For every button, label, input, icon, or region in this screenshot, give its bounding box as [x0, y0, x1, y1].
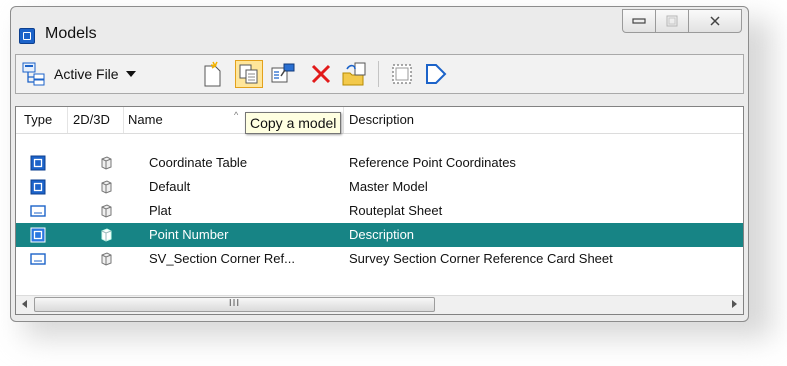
column-divider[interactable]: [343, 107, 344, 133]
column-divider[interactable]: [67, 107, 68, 133]
horizontal-scrollbar[interactable]: III: [16, 295, 743, 314]
models-toolbar: Active File: [15, 54, 744, 94]
models-app-icon: [19, 28, 35, 44]
row-name: Default: [149, 179, 191, 194]
column-divider[interactable]: [123, 107, 124, 133]
copy-model-button[interactable]: [235, 60, 263, 88]
row-name: Plat: [149, 203, 172, 218]
maximize-icon: [666, 15, 678, 27]
row-description: Routeplat Sheet: [349, 203, 443, 218]
active-file-label: Active File: [54, 66, 119, 82]
select-all-icon: [392, 64, 412, 84]
active-file-dropdown[interactable]: Active File: [22, 60, 136, 88]
list-row[interactable]: SV_Section Corner Ref... Survey Section …: [16, 247, 743, 271]
maximize-button[interactable]: [655, 9, 689, 33]
row-name: Point Number: [149, 227, 229, 242]
3d-cube-icon: [101, 252, 112, 266]
window-title: Models: [45, 25, 97, 42]
column-header-description[interactable]: Description: [349, 112, 414, 127]
import-model-button[interactable]: [341, 60, 369, 88]
new-model-icon: [204, 61, 221, 87]
model-icon: [30, 179, 46, 195]
3d-cube-icon: [101, 228, 112, 242]
row-name: Coordinate Table: [149, 155, 248, 170]
row-name: SV_Section Corner Ref...: [149, 251, 295, 266]
3d-cube-icon: [101, 156, 112, 170]
column-header-type[interactable]: Type: [24, 112, 52, 127]
row-description: Description: [349, 227, 415, 242]
title-bar[interactable]: Models: [11, 7, 748, 49]
hierarchy-icon: [22, 62, 45, 86]
import-icon: [342, 62, 366, 86]
column-header-name[interactable]: Name: [128, 112, 163, 127]
close-icon: [710, 16, 720, 26]
sheet-icon: [30, 205, 46, 217]
dgn-shape-button[interactable]: [422, 60, 450, 88]
list-row[interactable]: Default Master Model: [16, 175, 743, 199]
select-all-button[interactable]: [388, 60, 416, 88]
toolbar-separator: [378, 61, 379, 87]
list-row[interactable]: Plat Routeplat Sheet: [16, 199, 743, 223]
model-icon: [30, 155, 46, 171]
scroll-left-arrow-icon[interactable]: [22, 300, 27, 308]
minimize-icon: [632, 18, 646, 24]
copy-model-icon: [239, 64, 258, 84]
row-description: Survey Section Corner Reference Card She…: [349, 251, 613, 266]
list-row-selected[interactable]: Point Number Description: [16, 223, 743, 247]
scrollbar-thumb[interactable]: III: [34, 297, 435, 312]
list-row[interactable]: Coordinate Table Reference Point Coordin…: [16, 151, 743, 175]
delete-model-button[interactable]: [307, 60, 335, 88]
dropdown-caret-icon: [125, 71, 136, 77]
sort-ascending-icon: ^: [234, 110, 239, 120]
model-properties-icon: [271, 63, 295, 83]
copy-model-tooltip: Copy a model: [245, 112, 342, 134]
row-description: Reference Point Coordinates: [349, 155, 516, 170]
row-description: Master Model: [349, 179, 428, 194]
delete-icon: [311, 64, 331, 84]
window-controls: [622, 9, 742, 33]
model-properties-button[interactable]: [269, 60, 297, 88]
sheet-icon: [30, 253, 46, 265]
3d-cube-icon: [101, 204, 112, 218]
3d-cube-icon: [101, 180, 112, 194]
column-header-2d3d[interactable]: 2D/3D: [73, 112, 110, 127]
close-button[interactable]: [688, 9, 742, 33]
scroll-right-arrow-icon[interactable]: [732, 300, 737, 308]
new-model-button[interactable]: [198, 60, 226, 88]
minimize-button[interactable]: [622, 9, 656, 33]
dgn-shape-icon: [426, 64, 447, 84]
models-list: Type 2D/3D Name ^ Description Coordinate…: [15, 106, 744, 315]
models-dialog: Models Active File Type 2D/3D Name ^ Des…: [10, 6, 749, 322]
list-header: Type 2D/3D Name ^ Description: [16, 107, 743, 134]
model-icon: [30, 227, 46, 243]
